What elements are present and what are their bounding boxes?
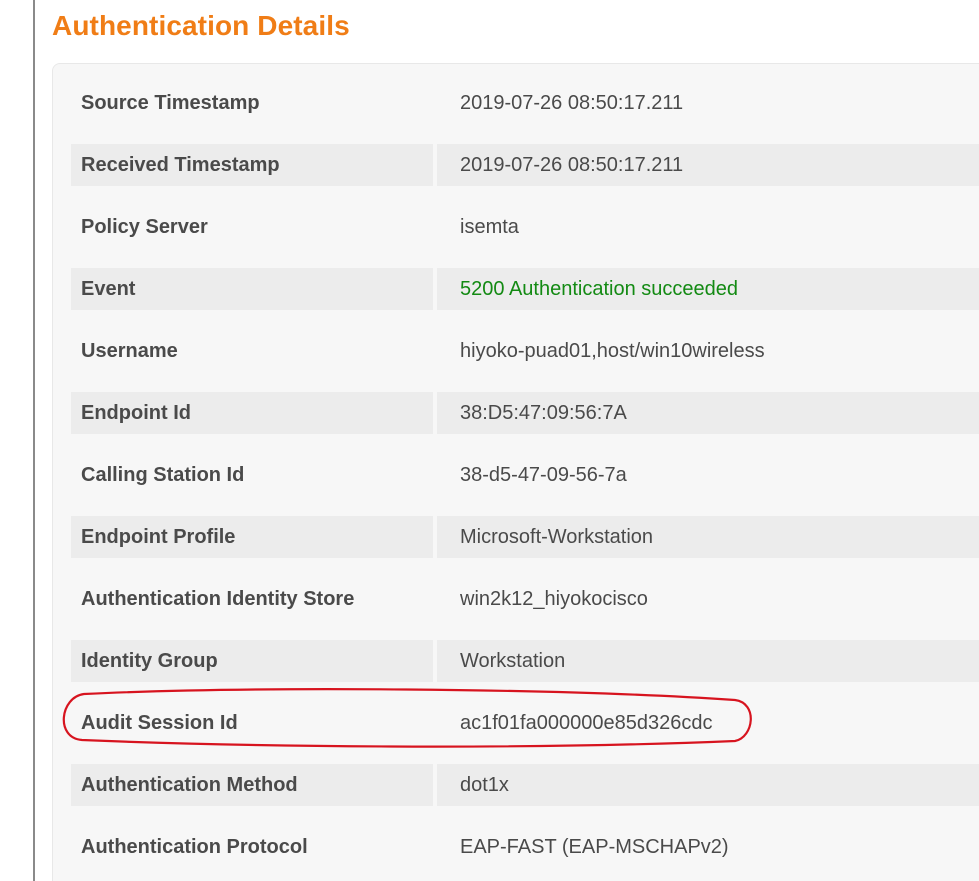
left-divider xyxy=(33,0,35,881)
row-value-cell: 2019-07-26 08:50:17.211 xyxy=(437,82,979,124)
row-label-cell: Audit Session Id xyxy=(71,702,433,744)
row-label-cell: Identity Group xyxy=(71,640,433,682)
section-title: Authentication Details xyxy=(52,10,350,41)
row-value: EAP-FAST (EAP-MSCHAPv2) xyxy=(460,836,729,858)
row-label-cell: Source Timestamp xyxy=(71,82,433,124)
row-label: Event xyxy=(81,278,136,300)
row-value: 38:D5:47:09:56:7A xyxy=(460,402,627,424)
row-label-cell: Policy Server xyxy=(71,206,433,248)
authentication-details-page: Authentication Details Source Timestamp … xyxy=(0,0,979,881)
audit-session-id-value: ac1f01fa000000e85d326cdc xyxy=(460,712,713,734)
row-label-cell: Authentication Protocol xyxy=(71,826,433,868)
row-value-cell: 38:D5:47:09:56:7A xyxy=(437,392,979,434)
detail-row-endpoint-profile: Endpoint Profile Microsoft-Workstation xyxy=(71,516,979,558)
row-value-cell: dot1x xyxy=(437,764,979,806)
row-value: 2019-07-26 08:50:17.211 xyxy=(460,92,684,114)
detail-row-audit-session-id: Audit Session Id ac1f01fa000000e85d326cd… xyxy=(71,702,979,744)
row-label: Identity Group xyxy=(81,650,218,672)
detail-row-received-timestamp: Received Timestamp 2019-07-26 08:50:17.2… xyxy=(71,144,979,186)
row-value: win2k12_hiyokocisco xyxy=(460,588,648,610)
row-label: Calling Station Id xyxy=(81,464,245,486)
detail-row-authentication-method: Authentication Method dot1x xyxy=(71,764,979,806)
row-value-cell: 5200 Authentication succeeded xyxy=(437,268,979,310)
row-value: dot1x xyxy=(460,774,509,796)
row-value: 38-d5-47-09-56-7a xyxy=(460,464,627,486)
row-label-cell: Endpoint Id xyxy=(71,392,433,434)
row-value-cell: EAP-FAST (EAP-MSCHAPv2) xyxy=(437,826,979,868)
row-value-cell: Workstation xyxy=(437,640,979,682)
row-label: Authentication Protocol xyxy=(81,836,308,858)
row-label-cell: Authentication Identity Store xyxy=(71,578,433,620)
row-label: Audit Session Id xyxy=(81,712,238,734)
row-label: Username xyxy=(81,340,178,362)
row-label: Source Timestamp xyxy=(81,92,260,114)
row-label-cell: Endpoint Profile xyxy=(71,516,433,558)
row-value-cell: ac1f01fa000000e85d326cdc xyxy=(437,702,979,744)
row-value: hiyoko-puad01,host/win10wireless xyxy=(460,340,765,362)
row-value-cell: hiyoko-puad01,host/win10wireless xyxy=(437,330,979,372)
row-label-cell: Authentication Method xyxy=(71,764,433,806)
row-label: Received Timestamp xyxy=(81,154,280,176)
detail-row-authentication-identity-store: Authentication Identity Store win2k12_hi… xyxy=(71,578,979,620)
row-label-cell: Username xyxy=(71,330,433,372)
row-label: Authentication Identity Store xyxy=(81,588,355,610)
detail-row-source-timestamp: Source Timestamp 2019-07-26 08:50:17.211 xyxy=(71,82,979,124)
row-label: Authentication Method xyxy=(81,774,298,796)
detail-row-endpoint-id: Endpoint Id 38:D5:47:09:56:7A xyxy=(71,392,979,434)
row-label-cell: Received Timestamp xyxy=(71,144,433,186)
row-value-cell: 38-d5-47-09-56-7a xyxy=(437,454,979,496)
detail-row-authentication-protocol: Authentication Protocol EAP-FAST (EAP-MS… xyxy=(71,826,979,868)
row-value: Microsoft-Workstation xyxy=(460,526,654,548)
row-value: isemta xyxy=(460,216,519,238)
row-label: Endpoint Id xyxy=(81,402,191,424)
row-value-cell: Microsoft-Workstation xyxy=(437,516,979,558)
detail-row-event: Event 5200 Authentication succeeded xyxy=(71,268,979,310)
event-status-value: 5200 Authentication succeeded xyxy=(460,278,738,300)
detail-row-username: Username hiyoko-puad01,host/win10wireles… xyxy=(71,330,979,372)
detail-row-identity-group: Identity Group Workstation xyxy=(71,640,979,682)
row-value-cell: 2019-07-26 08:50:17.211 xyxy=(437,144,979,186)
row-label: Policy Server xyxy=(81,216,208,238)
row-value-cell: isemta xyxy=(437,206,979,248)
row-value: 2019-07-26 08:50:17.211 xyxy=(460,154,684,176)
detail-row-calling-station-id: Calling Station Id 38-d5-47-09-56-7a xyxy=(71,454,979,496)
row-value-cell: win2k12_hiyokocisco xyxy=(437,578,979,620)
detail-row-policy-server: Policy Server isemta xyxy=(71,206,979,248)
row-label: Endpoint Profile xyxy=(81,526,236,548)
row-value: Workstation xyxy=(460,650,566,672)
row-label-cell: Event xyxy=(71,268,433,310)
row-label-cell: Calling Station Id xyxy=(71,454,433,496)
